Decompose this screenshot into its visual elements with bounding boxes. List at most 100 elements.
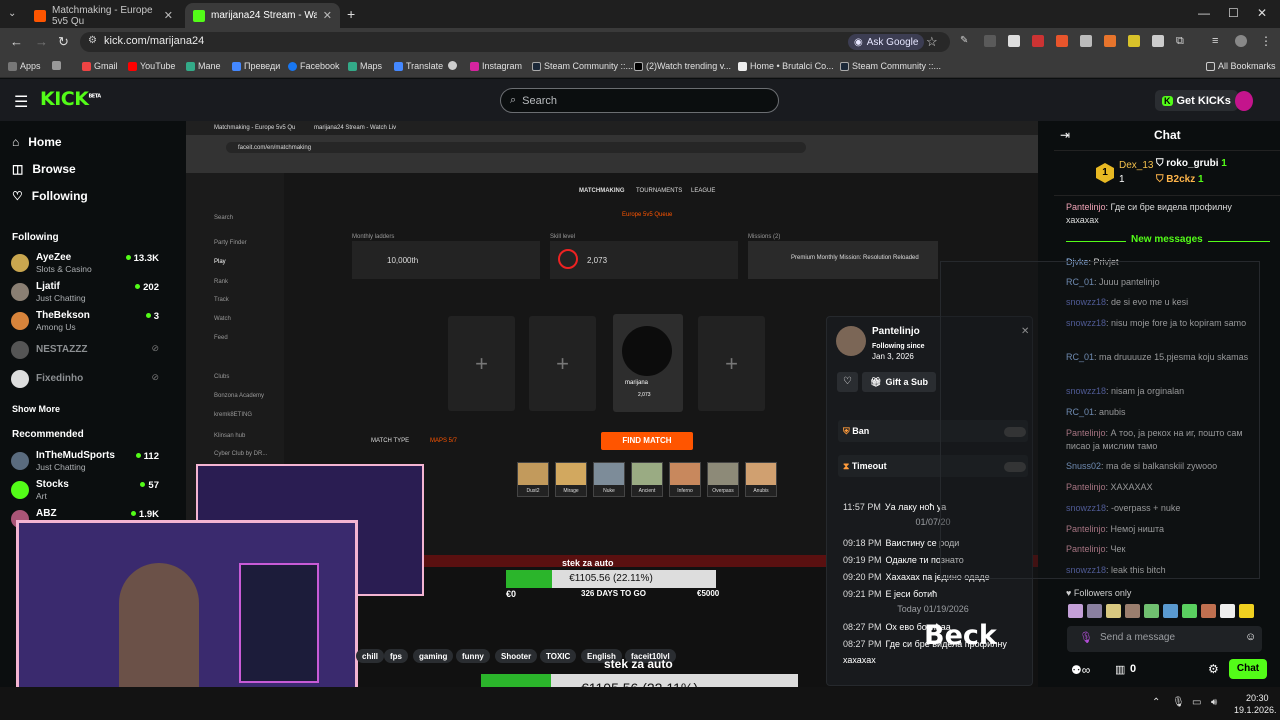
nav-following[interactable]: ♡ Following (12, 189, 88, 203)
forward-icon[interactable]: → (35, 34, 48, 49)
bookmark-instagram[interactable]: Instagram (470, 61, 522, 71)
emote-icon[interactable] (1163, 604, 1178, 618)
inner-menu-item: Play (214, 259, 226, 265)
bookmark-steam-community-2[interactable]: Steam Community ::... (840, 61, 941, 71)
extension-icon[interactable] (1080, 35, 1092, 47)
tab-search-icon[interactable]: ⌄ (8, 8, 16, 19)
send-chat-button[interactable]: Chat (1229, 659, 1267, 679)
nav-browse[interactable]: ◫ Browse (12, 162, 76, 176)
browser-tab-matchmaking[interactable]: Matchmaking - Europe 5v5 Qu ✕ (26, 3, 181, 28)
popup-following-since-label: Following since (872, 343, 925, 350)
emoji-icon[interactable]: ☺ (1245, 631, 1256, 643)
popup-follow-heart-icon[interactable]: ♡ (837, 372, 858, 392)
emote-icon[interactable] (1201, 604, 1216, 618)
bookmark-gmail[interactable]: Gmail (82, 61, 118, 71)
microphone-icon[interactable]: 🎙︎ (1079, 631, 1093, 644)
sidebar-channel[interactable]: NESTAZZZ ⊘ (11, 337, 171, 361)
back-icon[interactable]: ← (10, 34, 23, 49)
emote-icon[interactable] (1144, 604, 1159, 618)
bookmark-grid[interactable] (52, 61, 61, 70)
user-avatar[interactable] (1235, 91, 1253, 111)
extension-icon[interactable] (1128, 35, 1140, 47)
emote-icon[interactable] (1087, 604, 1102, 618)
emote-icon[interactable] (1239, 604, 1254, 618)
extension-icon[interactable] (1008, 35, 1020, 47)
bookmark-brutalci[interactable]: Home • Brutalci Co... (738, 61, 834, 71)
new-tab-icon[interactable]: + (347, 6, 355, 22)
profile-avatar[interactable] (1235, 35, 1247, 47)
url-text[interactable]: kick.com/marijana24 (104, 35, 204, 47)
microphone-tray-icon[interactable]: 🎙︎ (1172, 697, 1185, 708)
bookmark-maps[interactable]: Maps (348, 61, 382, 71)
close-tab-icon[interactable]: ✕ (323, 9, 332, 22)
clock-date[interactable]: 19.1.2026. (1234, 705, 1277, 715)
inner-toolbar (186, 135, 1038, 173)
ask-google-button[interactable]: ◉ Ask Google (848, 34, 925, 50)
apps-grid-icon (8, 61, 17, 71)
stream-tag[interactable]: TOXIC (540, 649, 577, 663)
browser-tab-kick[interactable]: marijana24 Stream - Watch Liv ✕ (185, 3, 340, 28)
tray-chevron-icon[interactable]: ⌃ (1152, 697, 1160, 708)
site-info-icon[interactable]: ⚙ (88, 35, 97, 46)
bookmark-mane[interactable]: Mane (186, 61, 221, 71)
get-kicks-button[interactable]: K Get KICKs (1155, 90, 1238, 111)
tab-list-icon[interactable]: ≡ (1212, 35, 1224, 47)
bookmark-apps[interactable]: Apps (8, 61, 41, 71)
extension-icon[interactable] (984, 35, 996, 47)
channel-category: Just Chatting (36, 462, 86, 472)
sidebar-channel[interactable]: Stocks Art 57 (11, 477, 171, 501)
sidebar-channel[interactable]: Ljatif Just Chatting 202 (11, 279, 171, 303)
collapse-chat-icon[interactable]: ⇥ (1060, 128, 1070, 142)
emote-icon[interactable] (1068, 604, 1083, 618)
all-bookmarks[interactable]: All Bookmarks (1206, 61, 1276, 71)
extensions-puzzle-icon[interactable]: ⧉ (1176, 35, 1188, 47)
pen-extension-icon[interactable]: ✎ (960, 35, 972, 47)
ladder-card (352, 241, 540, 279)
volume-icon[interactable]: 🔊︎ (1211, 697, 1217, 708)
stream-tag[interactable]: Shooter (495, 649, 538, 663)
menu-dots-icon[interactable]: ⋮ (1260, 34, 1272, 48)
show-more-link[interactable]: Show More (12, 404, 60, 414)
emote-icon[interactable] (1125, 604, 1140, 618)
extension-icon[interactable] (1152, 35, 1164, 47)
close-window-icon[interactable]: ✕ (1257, 6, 1267, 20)
reload-icon[interactable]: ↻ (58, 34, 69, 50)
chat-user[interactable]: Pantelinjo (1066, 202, 1106, 212)
bookmark-facebook[interactable]: Facebook (288, 61, 340, 71)
clock-time[interactable]: 20:30 (1246, 693, 1269, 703)
bookmark-steam[interactable] (448, 61, 457, 70)
hamburger-menu-icon[interactable]: ☰ (14, 92, 28, 112)
sidebar-channel[interactable]: AyeZee Slots & Casino 13.3K (11, 250, 171, 274)
extension-icon[interactable] (1032, 35, 1044, 47)
bookmark-translate-2[interactable]: Translate (394, 61, 443, 71)
network-icon[interactable]: ▭ (1192, 697, 1201, 708)
infinity-points-icon[interactable]: ⚉∞ (1071, 663, 1090, 677)
nav-home[interactable]: ⌂ Home (12, 135, 62, 149)
gift-sub-button[interactable]: 🎁︎ Gift a Sub (862, 372, 936, 392)
maximize-icon[interactable]: ☐ (1228, 6, 1239, 20)
search-bar[interactable]: ⌕ Search (500, 88, 779, 113)
bookmark-tiktok[interactable]: (2)Watch trending v... (634, 61, 731, 71)
extension-icon[interactable] (1104, 35, 1116, 47)
sidebar-channel[interactable]: TheBekson Among Us 3 (11, 308, 171, 332)
bookmark-steam-community[interactable]: Steam Community ::... (532, 61, 633, 71)
stream-tag[interactable]: chill (356, 649, 385, 663)
emote-icon[interactable] (1220, 604, 1235, 618)
minimize-icon[interactable]: — (1198, 6, 1210, 20)
sidebar-channel[interactable]: Fixedinho ⊘ (11, 366, 171, 390)
bookmark-star-icon[interactable]: ☆ (926, 34, 938, 50)
emote-icon[interactable] (1106, 604, 1121, 618)
stream-tag[interactable]: gaming (413, 649, 454, 663)
stream-tag[interactable]: fps (384, 649, 408, 663)
bookmark-youtube[interactable]: YouTube (128, 61, 175, 71)
kick-logo[interactable]: KICKBETA (40, 88, 101, 110)
stream-tag[interactable]: funny (456, 649, 490, 663)
bookmark-translate[interactable]: Преведи (232, 61, 280, 71)
emote-icon[interactable] (1182, 604, 1197, 618)
close-tab-icon[interactable]: ✕ (164, 9, 173, 22)
store-icon[interactable]: ▥ (1115, 663, 1125, 676)
extension-icon[interactable] (1056, 35, 1068, 47)
sidebar-channel[interactable]: InTheMudSports Just Chatting 112 (11, 448, 171, 472)
address-bar[interactable] (80, 32, 950, 52)
chat-settings-icon[interactable]: ⚙ (1208, 662, 1219, 676)
